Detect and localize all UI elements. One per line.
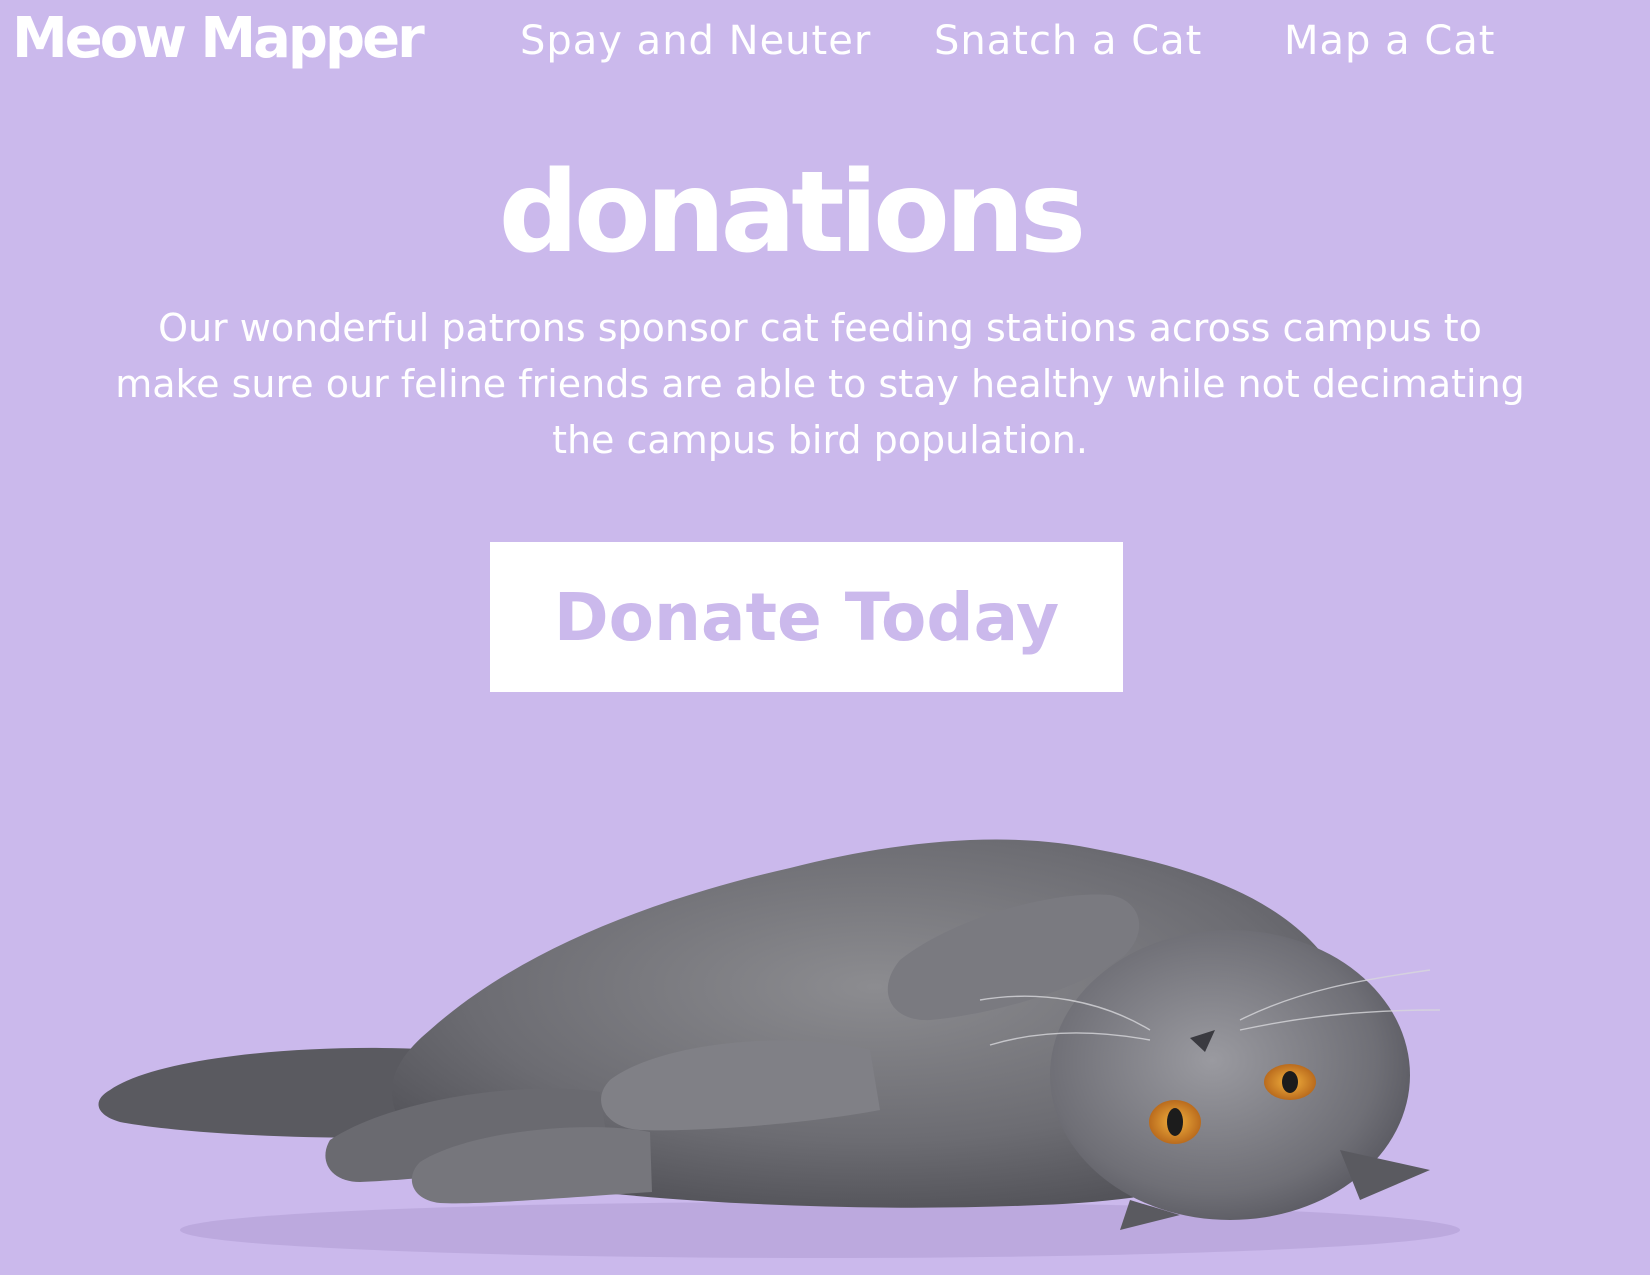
donate-today-button[interactable]: Donate Today bbox=[490, 542, 1123, 692]
cat-image bbox=[98, 839, 1460, 1258]
nav-link-snatch-a-cat[interactable]: Snatch a Cat bbox=[934, 18, 1202, 64]
intro-text: Our wonderful patrons sponsor cat feedin… bbox=[115, 306, 1525, 462]
nav-link-spay-and-neuter[interactable]: Spay and Neuter bbox=[520, 18, 871, 64]
page: Meow Mapper Spay and Neuter Snatch a Cat… bbox=[0, 0, 1650, 1275]
page-title: donations bbox=[498, 148, 1087, 278]
nav-link-map-a-cat[interactable]: Map a Cat bbox=[1284, 18, 1495, 64]
cat-ear-1 bbox=[1340, 1150, 1430, 1200]
site-logo[interactable]: Meow Mapper bbox=[12, 6, 425, 71]
